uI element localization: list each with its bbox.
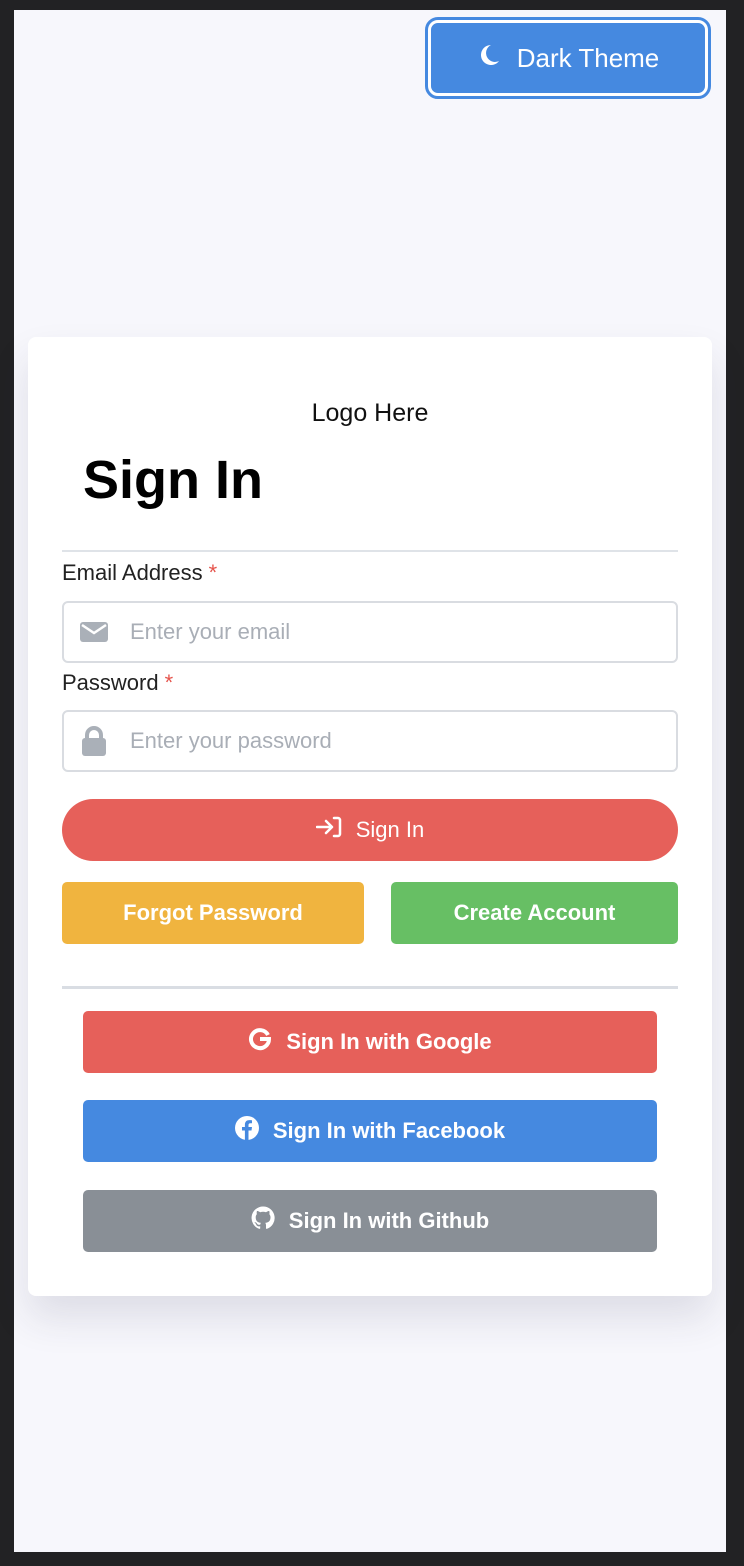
- password-field[interactable]: [62, 710, 678, 772]
- sign-in-button[interactable]: Sign In: [62, 799, 678, 861]
- logo-placeholder: Logo Here: [311, 399, 429, 427]
- facebook-label: Sign In with Facebook: [272, 1118, 506, 1143]
- sign-in-card: Logo Here Sign In Email Address* Passwor…: [28, 337, 712, 1296]
- google-label: Sign In with Google: [286, 1029, 492, 1054]
- github-icon: [251, 1206, 275, 1236]
- envelope-icon: [80, 622, 108, 642]
- email-field[interactable]: [62, 601, 678, 663]
- github-label: Sign In with Github: [288, 1208, 490, 1233]
- email-label: Email Address *: [62, 560, 217, 586]
- required-asterisk: *: [208, 560, 218, 585]
- sign-in-icon: [315, 816, 342, 844]
- google-sign-in-button[interactable]: Sign In with Google: [83, 1011, 657, 1073]
- divider: [62, 550, 678, 552]
- moon-icon: [477, 43, 501, 74]
- divider: [62, 986, 678, 989]
- facebook-sign-in-button[interactable]: Sign In with Facebook: [83, 1100, 657, 1162]
- page-title: Sign In: [83, 450, 263, 510]
- required-asterisk: *: [164, 670, 174, 695]
- facebook-icon: [234, 1116, 259, 1146]
- password-input[interactable]: [128, 727, 676, 755]
- lock-icon: [80, 726, 108, 756]
- create-account-button[interactable]: Create Account: [391, 882, 678, 944]
- forgot-password-button[interactable]: Forgot Password: [62, 882, 364, 944]
- sign-in-label: Sign In: [355, 817, 425, 842]
- password-label: Password *: [62, 670, 173, 696]
- email-input[interactable]: [128, 618, 676, 646]
- password-label-text: Password: [62, 670, 159, 695]
- dark-theme-label: Dark Theme: [516, 42, 660, 73]
- email-label-text: Email Address: [62, 560, 203, 585]
- dark-theme-toggle-button[interactable]: Dark Theme: [425, 17, 711, 99]
- github-sign-in-button[interactable]: Sign In with Github: [83, 1190, 657, 1252]
- google-icon: [248, 1027, 272, 1057]
- page-viewport: Dark Theme Logo Here Sign In Email Addre…: [14, 10, 726, 1552]
